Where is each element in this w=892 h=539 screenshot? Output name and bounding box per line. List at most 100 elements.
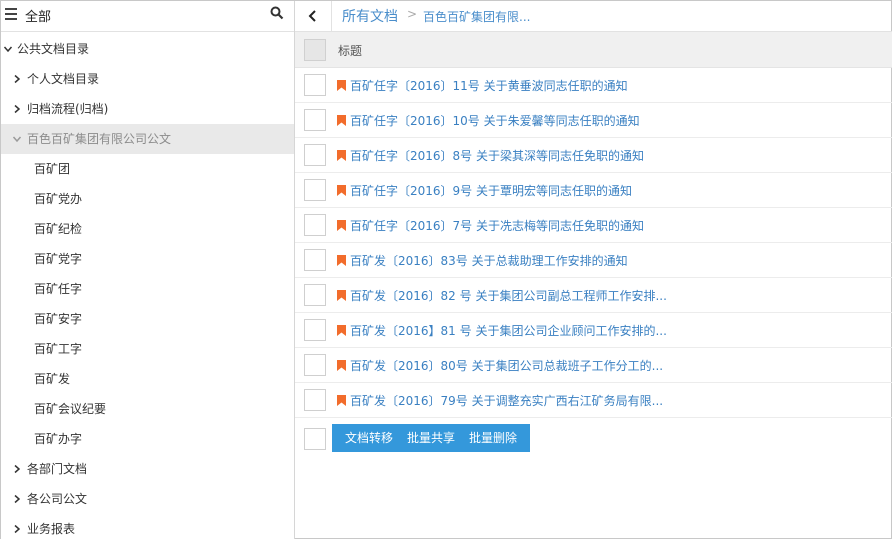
document-title-link[interactable]: 百矿发〔2016〕82 号 关于集团公司副总工程师工作安排...: [350, 287, 667, 304]
chevron-right-icon[interactable]: [12, 514, 22, 539]
table-row: 百矿发〔2016〕79号 关于调整充实广西右江矿务局有限...: [295, 383, 892, 418]
tree-item-label: 归档流程(归档): [27, 102, 109, 116]
tree-item-label: 百矿办字: [34, 432, 83, 446]
column-header-title: 标题: [338, 44, 363, 58]
row-checkbox[interactable]: [304, 179, 326, 201]
bookmark-flag-icon: [337, 255, 346, 266]
app-window: 全部 公共文档目录 个人文档目录 归档流程(归档) 百色百矿集团有限公司公文 百矿团 百矿…: [0, 0, 892, 539]
table-row: 百矿任字〔2016〕11号 关于黄垂波同志任职的通知: [295, 68, 892, 103]
row-checkbox[interactable]: [304, 249, 326, 271]
row-checkbox[interactable]: [304, 109, 326, 131]
document-title-link[interactable]: 百矿发〔2016〕83号 关于总裁助理工作安排的通知: [350, 252, 628, 269]
chevron-right-icon[interactable]: [12, 64, 22, 94]
tree-item-label: 个人文档目录: [27, 72, 100, 86]
action-bar: 文档转移 批量共享 批量删除: [295, 421, 892, 456]
tree-item-label: 百矿党办: [34, 192, 83, 206]
tree-item[interactable]: 各部门文档: [1, 454, 294, 484]
table-row: 百矿任字〔2016〕9号 关于覃明宏等同志任职的通知: [295, 173, 892, 208]
row-checkbox[interactable]: [304, 144, 326, 166]
tree-item[interactable]: 百矿党字: [1, 244, 294, 274]
chevron-right-icon[interactable]: [12, 484, 22, 514]
bookmark-flag-icon: [337, 290, 346, 301]
bookmark-flag-icon: [337, 220, 346, 231]
row-checkbox[interactable]: [304, 389, 326, 411]
select-all-bottom-checkbox[interactable]: [304, 428, 326, 450]
bookmark-flag-icon: [337, 185, 346, 196]
tree-item[interactable]: 百色百矿集团有限公司公文: [1, 124, 294, 154]
bookmark-flag-icon: [337, 80, 346, 91]
bookmark-flag-icon: [337, 115, 346, 126]
tree-item[interactable]: 百矿安字: [1, 304, 294, 334]
document-title-link[interactable]: 百矿发〔2016〕79号 关于调整充实广西右江矿务局有限...: [350, 392, 663, 409]
sidebar: 全部 公共文档目录个人文档目录 归档流程(归档) 百色百矿集团有限公司公文百矿团百矿…: [1, 1, 295, 539]
batch-share-button[interactable]: 批量共享: [400, 424, 462, 452]
tree-item-label: 百矿发: [34, 372, 71, 386]
main-panel: 所有文档 > 百色百矿集团有限... 标题 百矿任字〔2016〕11号 关于黄垂…: [295, 1, 892, 539]
tree-item[interactable]: 百矿发: [1, 364, 294, 394]
table-row: 百矿发〔2016】81 号 关于集团公司企业顾问工作安排的...: [295, 313, 892, 348]
tree-item[interactable]: 百矿团: [1, 154, 294, 184]
row-checkbox[interactable]: [304, 74, 326, 96]
tree-item-label: 百矿党字: [34, 252, 83, 266]
tree-item[interactable]: 业务报表: [1, 514, 294, 539]
row-checkbox[interactable]: [304, 214, 326, 236]
tree-item[interactable]: 百矿党办: [1, 184, 294, 214]
breadcrumb-current: 百色百矿集团有限...: [423, 10, 531, 24]
tree-item[interactable]: 百矿任字: [1, 274, 294, 304]
document-title-link[interactable]: 百矿发〔2016〕80号 关于集团公司总裁班子工作分工的...: [350, 357, 663, 374]
bookmark-flag-icon: [337, 150, 346, 161]
tree-item[interactable]: 个人文档目录: [1, 64, 294, 94]
tree-item-label: 百矿工字: [34, 342, 83, 356]
table-row: 百矿发〔2016〕80号 关于集团公司总裁班子工作分工的...: [295, 348, 892, 383]
tree-item-label: 各部门文档: [27, 462, 88, 476]
breadcrumb-root[interactable]: 所有文档: [342, 6, 398, 26]
document-title-link[interactable]: 百矿任字〔2016〕8号 关于梁其深等同志任免职的通知: [350, 147, 644, 164]
back-arrow-icon[interactable]: [305, 8, 321, 24]
tree-item[interactable]: 百矿纪检: [1, 214, 294, 244]
tree-item[interactable]: 百矿会议纪要: [1, 394, 294, 424]
breadcrumb-separator: >: [407, 7, 418, 21]
tree-item-label: 公共文档目录: [17, 42, 90, 56]
chevron-down-icon[interactable]: [12, 124, 22, 154]
menu-icon[interactable]: [5, 8, 17, 20]
select-all-checkbox[interactable]: [304, 39, 326, 61]
tree-item[interactable]: 百矿办字: [1, 424, 294, 454]
sidebar-header: 全部: [1, 1, 294, 32]
divider: [331, 1, 332, 32]
tree-item-label: 百色百矿集团有限公司公文: [27, 132, 172, 146]
batch-delete-button[interactable]: 批量删除: [462, 424, 524, 452]
breadcrumb-bar: 所有文档 > 百色百矿集团有限...: [295, 1, 892, 32]
chevron-right-icon[interactable]: [12, 94, 22, 124]
search-icon[interactable]: [270, 6, 284, 20]
chevron-right-icon[interactable]: [12, 454, 22, 484]
row-checkbox[interactable]: [304, 284, 326, 306]
chevron-down-icon[interactable]: [3, 34, 13, 64]
tree-item[interactable]: 公共文档目录: [1, 34, 294, 64]
table-row: 百矿发〔2016〕82 号 关于集团公司副总工程师工作安排...: [295, 278, 892, 313]
sidebar-title: 全部: [25, 10, 52, 25]
tree-item-label: 百矿团: [34, 162, 71, 176]
tree-item-label: 百矿纪检: [34, 222, 83, 236]
tree-item[interactable]: 百矿工字: [1, 334, 294, 364]
tree-item[interactable]: 各公司公文: [1, 484, 294, 514]
tree-item-label: 百矿安字: [34, 312, 83, 326]
tree-item-label: 业务报表: [27, 522, 76, 536]
row-checkbox[interactable]: [304, 319, 326, 341]
document-title-link[interactable]: 百矿发〔2016】81 号 关于集团公司企业顾问工作安排的...: [350, 322, 667, 339]
table-row: 百矿任字〔2016〕7号 关于冼志梅等同志任免职的通知: [295, 208, 892, 243]
batch-action-group: 文档转移 批量共享 批量删除: [332, 424, 531, 452]
transfer-button[interactable]: 文档转移: [338, 424, 400, 452]
table-header: 标题: [295, 32, 892, 68]
bookmark-flag-icon: [337, 360, 346, 371]
tree-item-label: 各公司公文: [27, 492, 88, 506]
document-title-link[interactable]: 百矿任字〔2016〕10号 关于朱爱馨等同志任职的通知: [350, 112, 640, 129]
table-row: 百矿任字〔2016〕10号 关于朱爱馨等同志任职的通知: [295, 103, 892, 138]
row-checkbox[interactable]: [304, 354, 326, 376]
document-title-link[interactable]: 百矿任字〔2016〕11号 关于黄垂波同志任职的通知: [350, 77, 628, 94]
table-row: 百矿任字〔2016〕8号 关于梁其深等同志任免职的通知: [295, 138, 892, 173]
bookmark-flag-icon: [337, 325, 346, 336]
document-title-link[interactable]: 百矿任字〔2016〕7号 关于冼志梅等同志任免职的通知: [350, 217, 644, 234]
tree-item[interactable]: 归档流程(归档): [1, 94, 294, 124]
bookmark-flag-icon: [337, 395, 346, 406]
document-title-link[interactable]: 百矿任字〔2016〕9号 关于覃明宏等同志任职的通知: [350, 182, 632, 199]
